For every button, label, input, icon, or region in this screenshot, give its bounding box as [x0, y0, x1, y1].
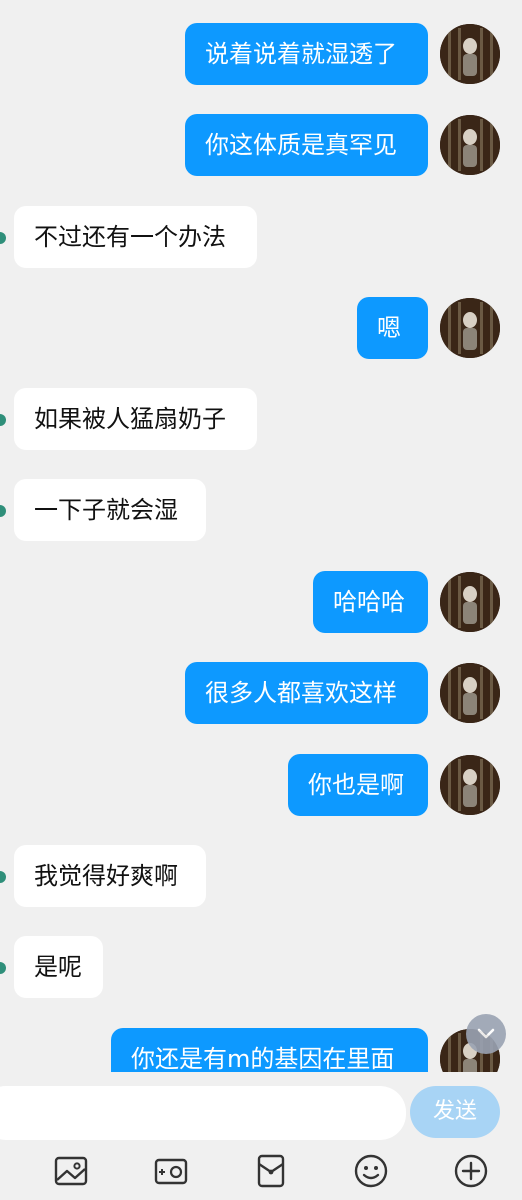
avatar[interactable]: [440, 298, 500, 358]
message-bubble-outgoing[interactable]: 嗯: [357, 297, 428, 359]
message-input[interactable]: [0, 1086, 406, 1140]
avatar[interactable]: [440, 663, 500, 723]
plus-icon[interactable]: [452, 1152, 490, 1190]
avatar[interactable]: [440, 755, 500, 815]
peer-avatar[interactable]: [0, 414, 6, 426]
camera-icon[interactable]: [152, 1152, 190, 1190]
message-bubble-incoming[interactable]: 是呢: [14, 936, 103, 998]
peer-avatar[interactable]: [0, 232, 6, 244]
message-bubble-outgoing[interactable]: 你这体质是真罕见: [185, 114, 428, 176]
message-bubble-incoming[interactable]: 一下子就会湿: [14, 479, 206, 541]
peer-avatar[interactable]: [0, 505, 6, 517]
scroll-to-bottom-button[interactable]: [466, 1014, 506, 1054]
message-bubble-outgoing[interactable]: 你也是啊: [288, 754, 428, 816]
image-icon[interactable]: [52, 1152, 90, 1190]
avatar[interactable]: [440, 572, 500, 632]
peer-avatar[interactable]: [0, 871, 6, 883]
message-bubble-outgoing[interactable]: 哈哈哈: [313, 571, 428, 633]
emoji-icon[interactable]: [352, 1152, 390, 1190]
avatar[interactable]: [440, 115, 500, 175]
peer-avatar[interactable]: [0, 962, 6, 974]
message-bubble-outgoing[interactable]: 说着说着就湿透了: [185, 23, 428, 85]
send-button[interactable]: 发送: [410, 1086, 500, 1138]
message-bubble-incoming[interactable]: 不过还有一个办法: [14, 206, 257, 268]
avatar[interactable]: [440, 24, 500, 84]
chat-area[interactable]: 说着说着就湿透了 你这体质是真罕见 不过还有一个办法 嗯 如果被人猛扇奶子 一下…: [0, 0, 522, 1072]
message-bubble-incoming[interactable]: 如果被人猛扇奶子: [14, 388, 257, 450]
message-bubble-outgoing[interactable]: 很多人都喜欢这样: [185, 662, 428, 724]
red-packet-icon[interactable]: [252, 1152, 290, 1190]
message-bubble-outgoing[interactable]: 你还是有m的基因在里面: [111, 1028, 428, 1072]
message-bubble-incoming[interactable]: 我觉得好爽啊: [14, 845, 206, 907]
chevron-down-icon: [476, 1025, 496, 1044]
toolbar: [0, 1140, 522, 1200]
